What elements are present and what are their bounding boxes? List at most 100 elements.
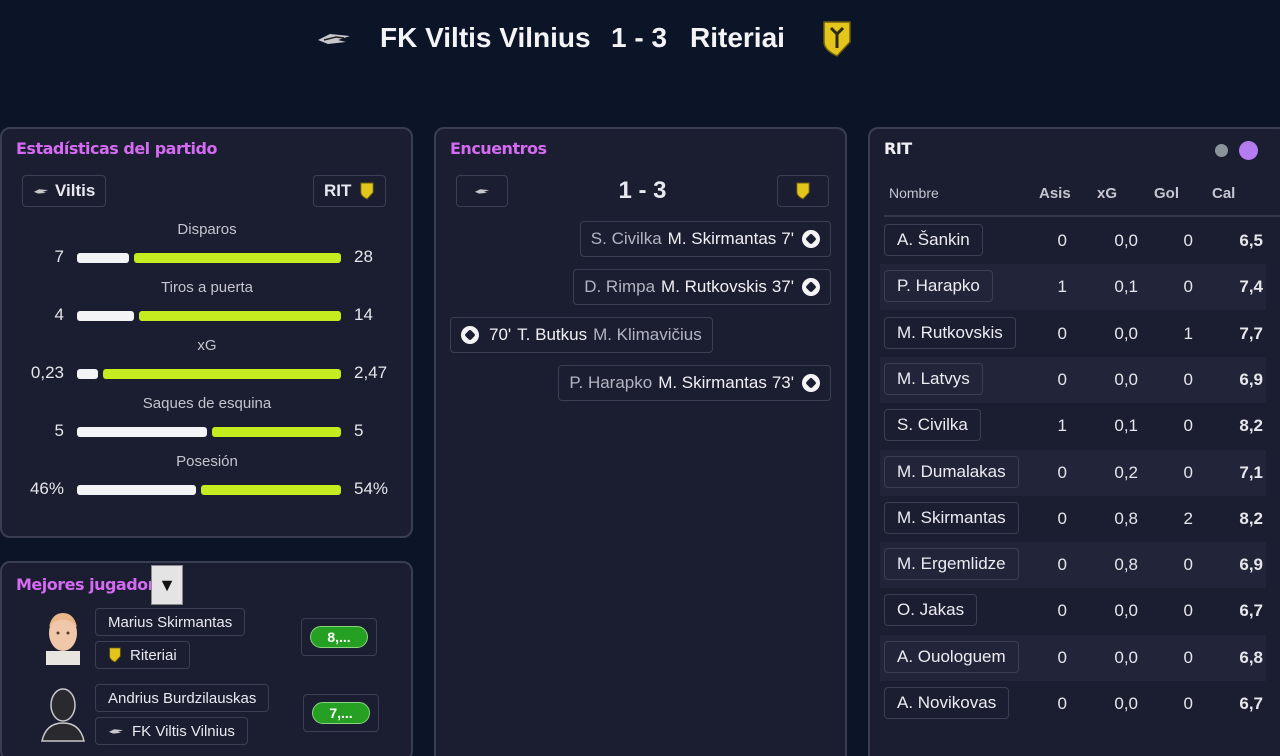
player-rating: 8,... [310,626,368,648]
stat-home-value: 5 [54,421,64,440]
viltis-crest-icon [318,34,350,44]
player-name: O. Jakas [897,600,965,620]
cell-xg: 0,0 [1114,323,1138,343]
event-assist: P. Harapko [569,373,653,392]
player-name-chip[interactable]: O. Jakas [884,594,978,627]
soccer-ball-icon [461,326,479,344]
header-divider [884,215,1280,217]
best-players-dropdown-button[interactable]: ▼ [151,565,183,605]
table-row[interactable]: M. Latvys 0 0,0 0 6,9 [880,356,1266,403]
match-header: FK Viltis Vilnius 1 - 3 Riteriai [0,0,1280,80]
cell-rating: 8,2 [1239,508,1263,528]
column-header-xg[interactable]: xG [1097,185,1117,202]
table-row[interactable]: M. Ergemlidze 0 0,8 0 6,9 [880,542,1266,589]
column-header-name[interactable]: Nombre [889,185,939,201]
table-row[interactable]: S. Civilka 1 0,1 0 8,2 [880,403,1266,449]
stat-home-bar [77,369,98,379]
player-name-chip[interactable]: A. Šankin [884,224,983,256]
away-team-name: Riteriai [690,22,785,53]
cell-goals: 0 [1183,369,1193,389]
events-panel-title: Encuentros [450,139,547,158]
stat-away-bar [139,311,341,321]
player-name-chip[interactable]: M. Rutkovskis [884,316,1016,349]
player-name-chip[interactable]: A. Novikovas [884,687,1010,719]
player-name-chip[interactable]: A. Ouologuem [884,640,1019,673]
stat-away-bar [201,485,341,495]
stat-home-value: 7 [54,247,64,266]
cell-rating: 6,9 [1239,555,1263,575]
away-team-chip[interactable]: RIT [313,175,387,207]
event-assist: S. Civilka [590,229,662,248]
column-header-rating[interactable]: Cal [1212,185,1235,202]
column-header-goals[interactable]: Gol [1154,185,1179,202]
cell-goals: 2 [1183,508,1193,528]
cell-goals: 1 [1183,323,1193,343]
away-team-chip[interactable] [777,175,829,207]
table-row[interactable]: P. Harapko 1 0,1 0 7,4 [880,264,1266,311]
event-minute: 7' [781,229,794,248]
cell-xg: 0,0 [1114,231,1138,250]
cell-goals: 0 [1183,694,1193,713]
column-header-assists[interactable]: Asis [1039,185,1071,202]
table-row[interactable]: A. Šankin 0 0,0 0 6,5 [880,218,1266,264]
team-table-title: RIT [884,139,912,158]
home-team-short: Viltis [55,181,96,200]
player-name-chip[interactable]: Andrius Burdzilauskas [95,684,270,712]
stat-home-bar [77,427,207,437]
home-team-chip[interactable]: Viltis [22,175,107,207]
cell-assists: 0 [1057,231,1067,250]
table-row[interactable]: O. Jakas 0 0,0 0 6,7 [880,588,1266,634]
table-row[interactable]: A. Novikovas 0 0,0 0 6,7 [880,681,1266,727]
toggle-dot-inactive[interactable] [1215,144,1228,157]
riteriai-crest-icon [360,182,374,200]
event-scorer: T. Butkus [517,325,588,344]
cell-xg: 0,0 [1114,369,1138,389]
event-assist: D. Rimpa [584,277,656,296]
player-team-chip[interactable]: FK Viltis Vilnius [95,717,248,745]
player-name-chip[interactable]: M. Ergemlidze [884,548,1019,581]
stat-away-value: 2,47 [354,363,388,382]
player-name-chip[interactable]: P. Harapko [884,270,993,303]
player-name-chip[interactable]: M. Latvys [884,362,983,395]
player-name: Marius Skirmantas [108,613,233,631]
stat-away-value: 5 [354,421,364,440]
cell-rating: 6,7 [1239,601,1263,621]
cell-goals: 0 [1183,277,1193,297]
player-name-chip[interactable]: M. Dumalakas [884,455,1019,488]
cell-assists: 0 [1057,555,1067,575]
soccer-ball-icon [802,374,820,392]
table-row[interactable]: M. Rutkovskis 0 0,0 1 7,7 [880,311,1266,357]
cell-xg: 0,8 [1114,555,1138,575]
stat-home-bar [77,311,134,321]
soccer-ball-icon [802,230,820,248]
stat-away-bar [134,253,341,263]
home-team-name: FK Viltis Vilnius [380,22,591,53]
cell-assists: 1 [1057,277,1067,297]
player-name-chip[interactable]: Marius Skirmantas [95,608,246,636]
stat-away-bar [212,427,341,437]
player-rating-box: 7,... [303,694,379,732]
player-name-chip[interactable]: M. Skirmantas [884,501,1019,534]
stat-label: Posesión [176,453,238,470]
table-row[interactable]: A. Ouologuem 0 0,0 0 6,8 [880,634,1266,681]
table-row[interactable]: M. Skirmantas 0 0,8 2 8,2 [880,496,1266,542]
goal-event[interactable]: P. Harapko M. Skirmantas 73' [558,365,831,401]
player-team-chip[interactable]: Riteriai [95,641,190,669]
cell-assists: 0 [1057,601,1067,621]
cell-goals: 0 [1183,555,1193,575]
goal-event[interactable]: 70' T. Butkus M. Klimavičius [450,317,713,353]
toggle-dot-active[interactable] [1239,141,1258,160]
player-name-chip[interactable]: S. Civilka [884,409,981,442]
stat-away-value: 14 [354,305,373,324]
stat-home-bar [77,485,196,495]
stat-away-bar [103,369,341,379]
away-team-short: RIT [324,181,352,200]
cell-assists: 0 [1057,369,1067,389]
goal-event[interactable]: S. Civilka M. Skirmantas 7' [579,221,831,257]
cell-assists: 0 [1057,508,1067,528]
stat-label: Tiros a puerta [161,279,253,296]
event-scorer: M. Skirmantas [658,373,767,392]
table-row[interactable]: M. Dumalakas 0 0,2 0 7,1 [880,449,1266,496]
goal-event[interactable]: D. Rimpa M. Rutkovskis 37' [573,269,831,305]
cell-rating: 7,1 [1239,462,1263,482]
